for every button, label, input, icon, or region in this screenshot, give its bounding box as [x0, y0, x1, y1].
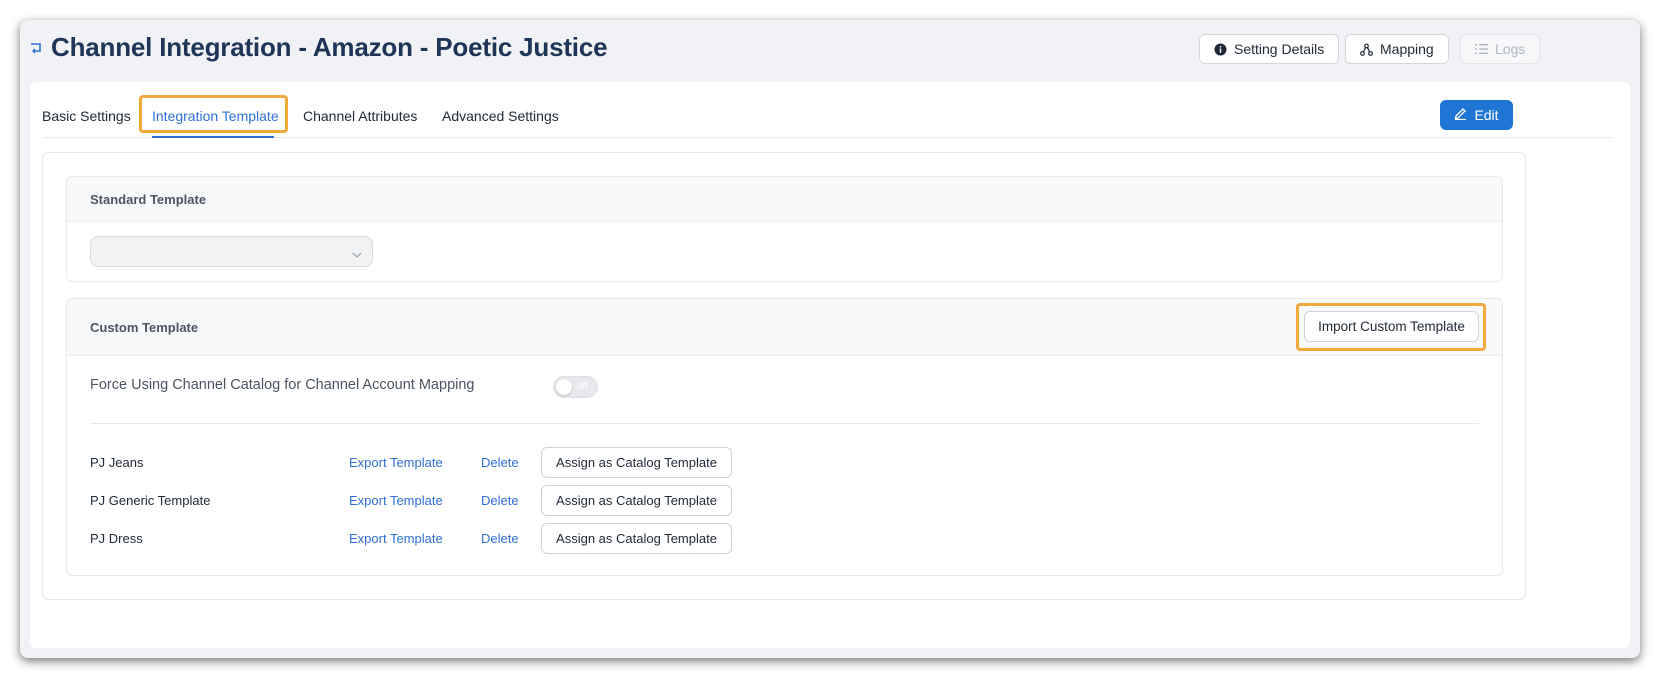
- delete-link[interactable]: Delete: [481, 455, 519, 470]
- tab-highlight-box: [139, 95, 288, 133]
- tab-advanced-settings[interactable]: Advanced Settings: [442, 108, 559, 124]
- custom-template-section: Custom Template Import Custom Template F…: [66, 298, 1503, 576]
- edit-button[interactable]: Edit: [1440, 100, 1513, 130]
- delete-link[interactable]: Delete: [481, 531, 519, 546]
- standard-template-header: Standard Template: [67, 177, 1502, 222]
- template-row: PJ Dress Export Template Delete Assign a…: [67, 523, 1502, 555]
- template-card: Standard Template Custom Template Import…: [42, 152, 1526, 600]
- page-title: Channel Integration - Amazon - Poetic Ju…: [51, 32, 608, 62]
- template-name: PJ Generic Template: [90, 493, 211, 508]
- edit-label: Edit: [1474, 107, 1499, 123]
- mapping-label: Mapping: [1380, 41, 1434, 57]
- standard-template-section: Standard Template: [66, 176, 1503, 282]
- assign-catalog-template-button[interactable]: Assign as Catalog Template: [541, 447, 732, 478]
- toggle-knob: [556, 379, 572, 395]
- divider: [90, 423, 1479, 424]
- logs-button[interactable]: Logs: [1460, 34, 1541, 64]
- custom-template-header: Custom Template Import Custom Template: [67, 299, 1502, 356]
- network-icon: [1360, 43, 1373, 56]
- standard-template-title: Standard Template: [90, 192, 207, 207]
- back-arrow-icon[interactable]: [30, 41, 42, 54]
- custom-template-title: Custom Template: [90, 320, 199, 335]
- toggle-state-text: off: [577, 381, 588, 392]
- template-name: PJ Dress: [90, 531, 143, 546]
- info-circle-icon: [1214, 43, 1227, 56]
- tab-bar: Basic Settings Integration Template Chan…: [42, 95, 1612, 138]
- standard-template-select[interactable]: [90, 236, 373, 267]
- template-row: PJ Jeans Export Template Delete Assign a…: [67, 447, 1502, 479]
- template-row: PJ Generic Template Export Template Dele…: [67, 485, 1502, 517]
- chevron-down-icon: [352, 247, 362, 258]
- force-catalog-label: Force Using Channel Catalog for Channel …: [90, 377, 475, 393]
- setting-details-button[interactable]: Setting Details: [1199, 34, 1340, 64]
- active-tab-indicator: [152, 136, 274, 138]
- main-panel: Basic Settings Integration Template Chan…: [30, 82, 1630, 648]
- force-catalog-toggle[interactable]: off: [553, 376, 598, 398]
- delete-link[interactable]: Delete: [481, 493, 519, 508]
- template-name: PJ Jeans: [90, 455, 144, 470]
- header-bar: Channel Integration - Amazon - Poetic Ju…: [20, 20, 1640, 82]
- import-custom-template-button[interactable]: Import Custom Template: [1304, 311, 1479, 342]
- setting-details-label: Setting Details: [1234, 41, 1325, 57]
- assign-catalog-template-button[interactable]: Assign as Catalog Template: [541, 523, 732, 554]
- export-template-link[interactable]: Export Template: [349, 455, 443, 470]
- tab-basic-settings[interactable]: Basic Settings: [42, 108, 131, 124]
- mapping-button[interactable]: Mapping: [1345, 34, 1449, 64]
- list-icon: [1475, 43, 1488, 55]
- tab-channel-attributes[interactable]: Channel Attributes: [303, 108, 417, 124]
- export-template-link[interactable]: Export Template: [349, 531, 443, 546]
- logs-label: Logs: [1495, 41, 1526, 57]
- assign-catalog-template-button[interactable]: Assign as Catalog Template: [541, 485, 732, 516]
- app-window: Channel Integration - Amazon - Poetic Ju…: [20, 20, 1640, 658]
- pencil-icon: [1454, 107, 1467, 123]
- export-template-link[interactable]: Export Template: [349, 493, 443, 508]
